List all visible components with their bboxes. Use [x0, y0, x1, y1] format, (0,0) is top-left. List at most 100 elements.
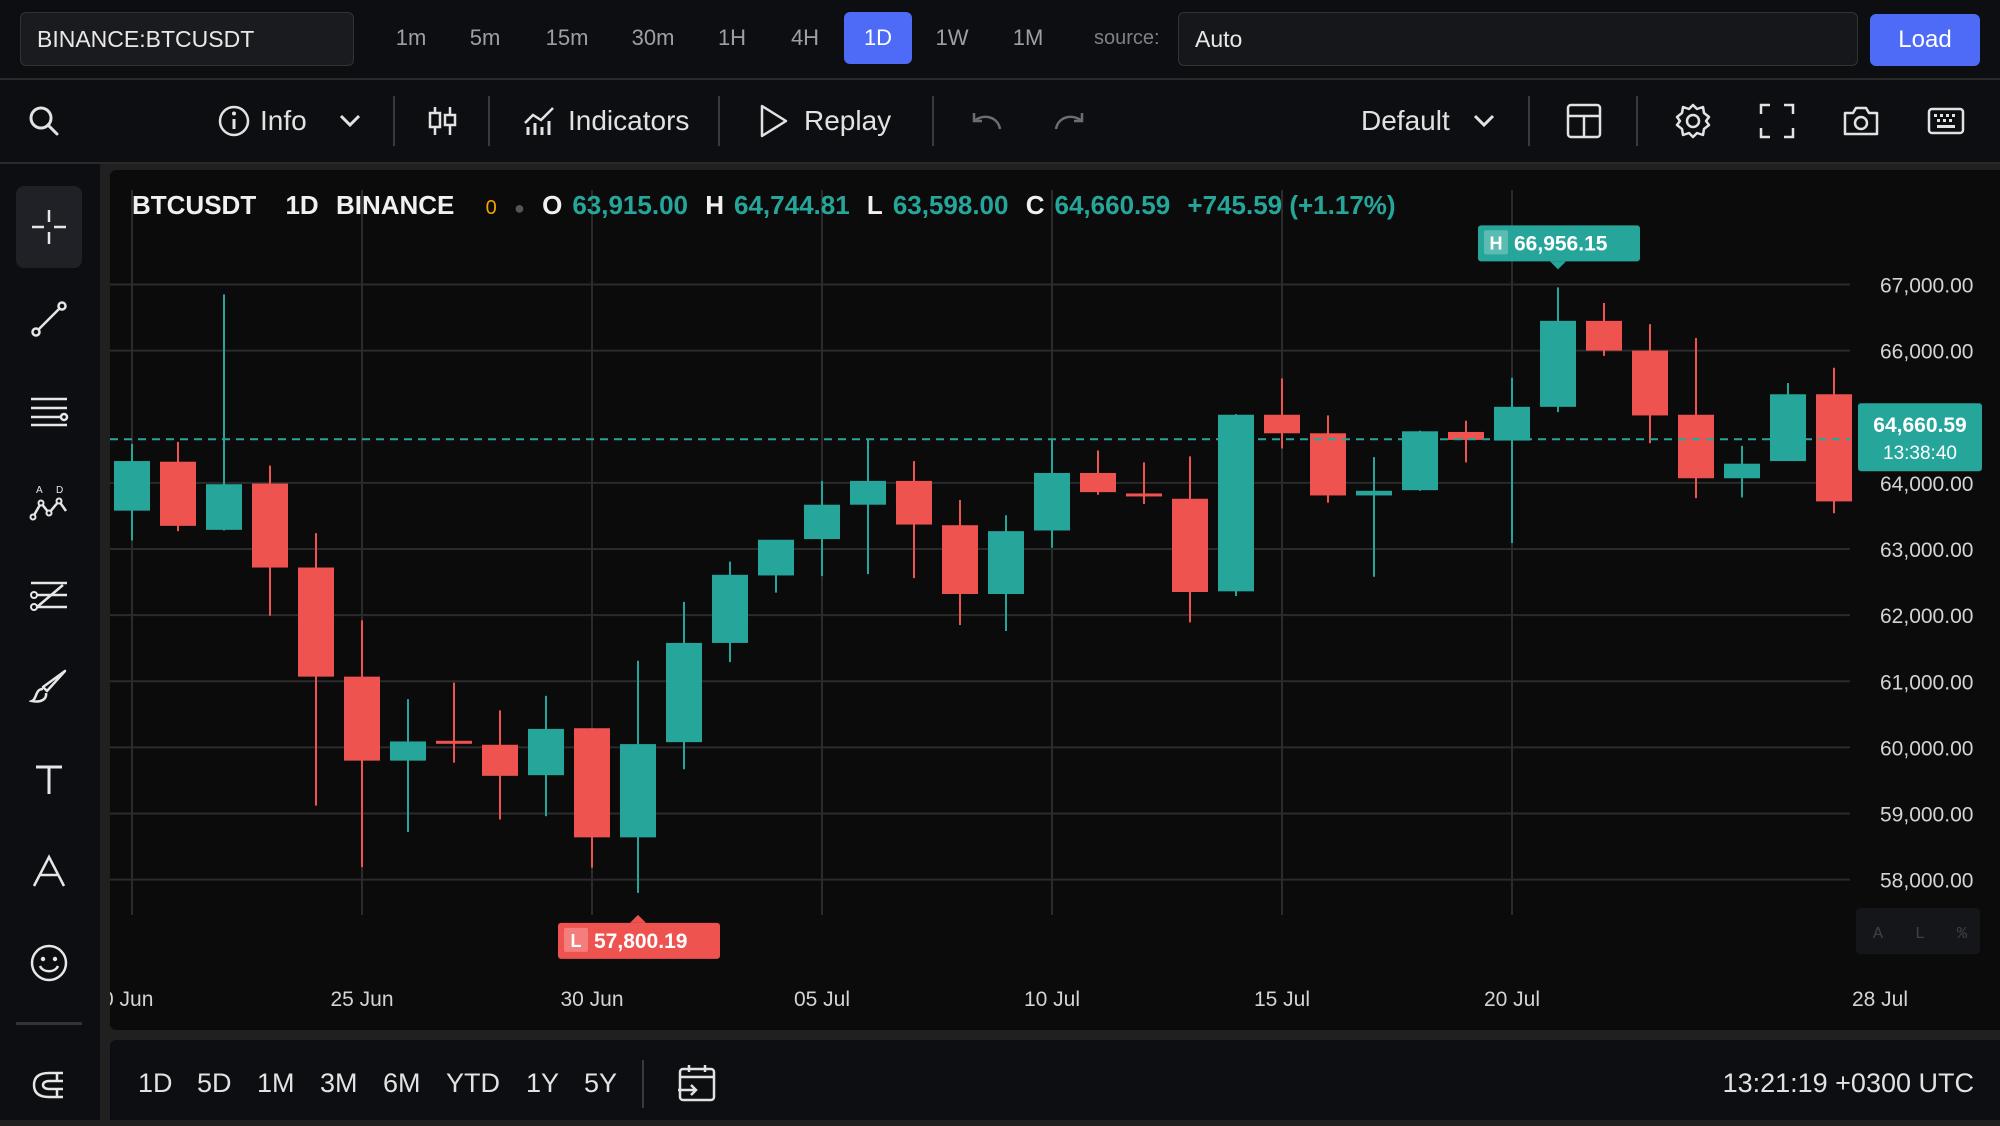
chart-toolbar: Info Indicators Replay Default — [0, 80, 2000, 164]
time-axis-label: 25 Jun — [330, 988, 393, 1011]
play-icon[interactable] — [752, 101, 792, 141]
low-marker-value: 57,800.19 — [594, 930, 687, 953]
toolbar-divider — [393, 96, 395, 146]
legend-open: 63,915.00 — [572, 190, 688, 220]
clock-timezone[interactable]: 13:21:19 +0300 UTC — [1723, 1040, 1974, 1126]
range-6m[interactable]: 6M — [383, 1040, 421, 1126]
emoji-icon — [30, 944, 68, 982]
time-axis-label: 0 Jun — [110, 988, 153, 1011]
source-label: source: — [1094, 27, 1160, 49]
scale-mode-percent[interactable]: % — [1957, 925, 1968, 944]
chevron-down-icon[interactable] — [1464, 101, 1504, 141]
gann-tool[interactable] — [16, 554, 82, 636]
range-ytd[interactable]: YTD — [446, 1040, 500, 1126]
range-1m[interactable]: 1M — [257, 1040, 295, 1126]
candle-body — [390, 741, 426, 761]
price-axis-label: 60,000.00 — [1880, 737, 1973, 760]
candlestick-chart[interactable]: 67,000.00 66,000.00 64,000.00 63,000.00 62,0… — [110, 170, 2000, 1030]
magnet-tool[interactable] — [16, 1044, 82, 1126]
timeframe-1m-month[interactable]: 1M — [993, 12, 1063, 64]
emoji-tool[interactable] — [16, 922, 82, 1004]
indicators-button[interactable]: Indicators — [568, 80, 689, 162]
layout-icon[interactable] — [1564, 101, 1604, 141]
ohlc-legend: BTCUSDT 1D BINANCE 0 ● O 63,915.00 H 64,74… — [132, 190, 1406, 221]
candle-body — [1218, 414, 1254, 592]
chevron-down-icon[interactable] — [330, 101, 370, 141]
candle-body — [206, 484, 242, 530]
candle-body — [1310, 433, 1346, 496]
measure-icon — [32, 854, 66, 887]
trend-line-tool[interactable] — [16, 278, 82, 360]
crosshair-tool[interactable] — [16, 186, 82, 268]
timeframe-1m[interactable]: 1m — [376, 12, 446, 64]
low-marker-tag: L — [571, 931, 582, 951]
scale-mode-buttons: A L% — [1856, 908, 1980, 954]
candle-body — [436, 740, 472, 744]
timeframe-30m[interactable]: 30m — [613, 12, 693, 64]
scale-mode-log[interactable]: L — [1915, 925, 1925, 944]
info-button[interactable]: Info — [260, 80, 307, 162]
brush-icon — [29, 669, 67, 703]
legend-count: 0 — [485, 197, 497, 219]
timeframe-1h[interactable]: 1H — [697, 12, 767, 64]
timeframe-15m[interactable]: 15m — [527, 12, 607, 64]
candle-body — [252, 483, 288, 568]
brush-tool[interactable] — [16, 646, 82, 728]
text-tool[interactable] — [16, 738, 82, 820]
pattern-icon: A D — [29, 485, 68, 521]
layout-select[interactable]: Default — [1361, 80, 1450, 162]
price-axis-label: 59,000.00 — [1880, 804, 1973, 827]
undo-icon[interactable] — [966, 101, 1006, 141]
legend-close-label: C — [1025, 190, 1045, 220]
chart-area[interactable]: 67,000.00 66,000.00 64,000.00 63,000.00 62,0… — [110, 170, 2000, 1030]
time-axis-label: 30 Jun — [560, 988, 623, 1011]
candle-body — [298, 567, 334, 677]
bottom-divider — [642, 1060, 644, 1108]
timeframe-4h[interactable]: 4H — [770, 12, 840, 64]
replay-button[interactable]: Replay — [804, 80, 891, 162]
fib-lines-tool[interactable] — [16, 370, 82, 452]
timeframe-5m[interactable]: 5m — [450, 12, 520, 64]
high-marker-pointer — [1550, 261, 1566, 270]
source-input[interactable]: Auto — [1178, 12, 1858, 66]
candle-body — [1080, 472, 1116, 493]
candle-body — [1678, 414, 1714, 479]
candle-body — [1632, 350, 1668, 416]
load-button[interactable]: Load — [1870, 14, 1980, 66]
price-axis-label: 62,000.00 — [1880, 605, 1973, 628]
magnet-icon — [32, 1071, 63, 1099]
fullscreen-icon[interactable] — [1757, 101, 1797, 141]
range-3m[interactable]: 3M — [320, 1040, 358, 1126]
toolbar-divider — [488, 96, 490, 146]
candles-icon[interactable] — [422, 101, 462, 141]
search-icon[interactable] — [24, 101, 64, 141]
range-5d[interactable]: 5D — [197, 1040, 232, 1126]
redo-icon[interactable] — [1050, 101, 1090, 141]
candle-body — [1264, 414, 1300, 434]
candle-body — [1172, 498, 1208, 592]
calendar-goto-icon[interactable] — [676, 1062, 718, 1104]
candle-body — [1494, 406, 1530, 441]
candle-body — [160, 461, 196, 526]
range-1d[interactable]: 1D — [138, 1040, 173, 1126]
timeframe-1d[interactable]: 1D — [844, 12, 912, 64]
timeframe-1w[interactable]: 1W — [917, 12, 987, 64]
indicators-icon[interactable] — [520, 101, 560, 141]
top-bar: BINANCE:BTCUSDT 1m 5m 15m 30m 1H 4H 1D 1… — [0, 0, 2000, 80]
high-marker-value: 66,956.15 — [1514, 232, 1608, 255]
symbol-input[interactable]: BINANCE:BTCUSDT — [20, 12, 354, 66]
range-1y[interactable]: 1Y — [526, 1040, 559, 1126]
keyboard-icon[interactable] — [1926, 101, 1966, 141]
svg-text:D: D — [56, 485, 63, 496]
range-5y[interactable]: 5Y — [584, 1040, 617, 1126]
gear-icon[interactable] — [1673, 101, 1713, 141]
candle-body — [620, 744, 656, 838]
scale-mode-auto[interactable]: A — [1873, 925, 1884, 944]
legend-symbol: BTCUSDT — [132, 190, 257, 220]
camera-icon[interactable] — [1841, 101, 1881, 141]
info-icon[interactable] — [214, 101, 254, 141]
measure-tool[interactable] — [16, 830, 82, 912]
candle-body — [666, 642, 702, 743]
pattern-tool[interactable]: A D — [16, 462, 82, 544]
price-axis-label: 64,000.00 — [1880, 473, 1973, 496]
